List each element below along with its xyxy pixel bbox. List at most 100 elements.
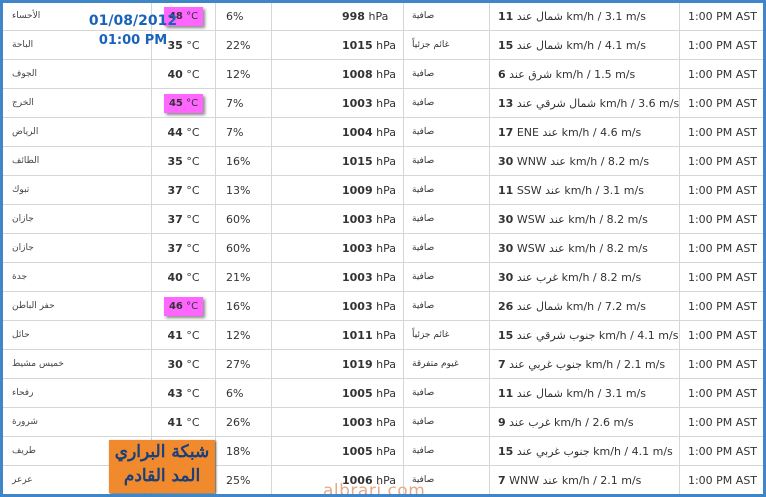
humidity-cell: 6% (215, 378, 272, 408)
pressure-cell: 1003 hPa (271, 262, 404, 292)
condition-cell: صافية (403, 59, 490, 89)
temperature-cell: 41 °C (151, 320, 216, 350)
temperature-value: 40 °C (167, 270, 200, 284)
time-cell: 1:00 PM AST (679, 436, 763, 466)
pressure-cell: 1019 hPa (271, 349, 404, 379)
city-name: شرورة (12, 417, 38, 427)
humidity-cell: 7% (215, 88, 272, 118)
temperature-value: 35 °C (167, 154, 200, 168)
time-cell: 1:00 PM AST (679, 30, 763, 60)
city-name: جدة (12, 272, 28, 282)
temperature-cell: 43 °C (151, 378, 216, 408)
logo-line-2: المد القادم (123, 466, 201, 486)
pressure-cell: 1003 hPa (271, 407, 404, 437)
city-name: حفر الباطن (12, 301, 55, 311)
city-name: تبوك (12, 185, 30, 195)
humidity-cell: 21% (215, 262, 272, 292)
time-cell: 1:00 PM AST (679, 3, 763, 31)
pressure-cell: 1003 hPa (271, 88, 404, 118)
time-cell: 1:00 PM AST (679, 407, 763, 437)
temperature-cell: 35 °C (151, 146, 216, 176)
humidity-cell: 25% (215, 465, 272, 494)
wind-cell: 30 WNW عند km/h / 8.2 m/s (489, 146, 680, 176)
temperature-cell: 37 °C (151, 204, 216, 234)
temperature-cell: 44 °C (151, 117, 216, 147)
humidity-cell: 60% (215, 233, 272, 263)
humidity-cell: 13% (215, 175, 272, 205)
table-row: رفحاء 43 °C 6% 1005 hPa صافية 11 شمال عند km/… (3, 378, 763, 408)
time-cell: 1:00 PM AST (679, 262, 763, 292)
time-cell: 1:00 PM AST (679, 320, 763, 350)
time-cell: 1:00 PM AST (679, 233, 763, 263)
temperature-value: 37 °C (167, 183, 200, 197)
temperature-value: 45 °C (163, 93, 204, 113)
humidity-cell: 7% (215, 117, 272, 147)
time-cell: 1:00 PM AST (679, 59, 763, 89)
temperature-cell: 41 °C (151, 407, 216, 437)
wind-cell: 26 شمال عند km/h / 7.2 m/s (489, 291, 680, 321)
city-name: الرياض (12, 127, 39, 137)
humidity-cell: 16% (215, 291, 272, 321)
city-cell: رفحاء (3, 378, 152, 408)
logo-line-1: شبكة البراري (114, 442, 210, 462)
wind-cell: 15 شمال عند km/h / 4.1 m/s (489, 30, 680, 60)
temperature-cell: 40 °C (151, 262, 216, 292)
temperature-cell: 30 °C (151, 349, 216, 379)
city-cell: حفر الباطن (3, 291, 152, 321)
humidity-cell: 22% (215, 30, 272, 60)
time-cell: 1:00 PM AST (679, 291, 763, 321)
pressure-cell: 1003 hPa (271, 291, 404, 321)
wind-cell: 17 ENE عند km/h / 4.6 m/s (489, 117, 680, 147)
weather-table-body: الأحساء 48 °C 6% 998 hPa صافية 11 شمال عند km… (3, 3, 763, 494)
city-cell: الجوف (3, 59, 152, 89)
city-name: طريف (12, 446, 36, 456)
temperature-cell: 46 °C (151, 291, 216, 321)
humidity-cell: 12% (215, 59, 272, 89)
city-cell: الرياض (3, 117, 152, 147)
city-cell: حائل (3, 320, 152, 350)
temperature-value: 41 °C (167, 328, 200, 342)
time-cell: 1:00 PM AST (679, 204, 763, 234)
date-label: 01/08/2012 (88, 13, 178, 29)
city-cell: جازان (3, 204, 152, 234)
wind-cell: 9 غرب عند km/h / 2.6 m/s (489, 407, 680, 437)
city-name: جازان (12, 214, 34, 224)
date-stamp: 01/08/2012 01:00 PM (83, 13, 183, 48)
city-cell: جازان (3, 233, 152, 263)
condition-cell: صافية (403, 262, 490, 292)
city-cell: خميس مشيط (3, 349, 152, 379)
temperature-value: 46 °C (163, 296, 204, 316)
pressure-cell: 1003 hPa (271, 233, 404, 263)
temperature-cell: 37 °C (151, 233, 216, 263)
humidity-cell: 16% (215, 146, 272, 176)
city-cell: الطائف (3, 146, 152, 176)
condition-cell: غيوم متفرقة (403, 349, 490, 379)
condition-cell: غائم جزئياً (403, 30, 490, 60)
temperature-cell: 40 °C (151, 59, 216, 89)
humidity-cell: 27% (215, 349, 272, 379)
table-row: الجوف 40 °C 12% 1008 hPa صافية 6 شرق عند km/h… (3, 59, 763, 89)
condition-cell: صافية (403, 436, 490, 466)
city-name: الجوف (12, 69, 38, 79)
city-cell: الخرج (3, 88, 152, 118)
table-row: جازان 37 °C 60% 1003 hPa صافية 30 WSW عند km/… (3, 233, 763, 263)
city-name: عرعر (12, 475, 33, 485)
city-name: الطائف (12, 156, 40, 166)
temperature-value: 40 °C (167, 67, 200, 81)
city-name: خميس مشيط (12, 359, 64, 369)
temperature-cell: 45 °C (151, 88, 216, 118)
condition-cell: صافية (403, 204, 490, 234)
city-cell: شرورة (3, 407, 152, 437)
time-cell: 1:00 PM AST (679, 175, 763, 205)
wind-cell: 13 شمال شرقي عند km/h / 3.6 m/s (489, 88, 680, 118)
table-row: الطائف 35 °C 16% 1015 hPa صافية 30 WNW عند km… (3, 146, 763, 176)
pressure-cell: 1005 hPa (271, 378, 404, 408)
temperature-value: 37 °C (167, 241, 200, 255)
time-cell: 1:00 PM AST (679, 465, 763, 494)
pressure-cell: 1011 hPa (271, 320, 404, 350)
city-cell: تبوك (3, 175, 152, 205)
humidity-cell: 60% (215, 204, 272, 234)
condition-cell: صافية (403, 175, 490, 205)
table-row: خميس مشيط 30 °C 27% 1019 hPa غيوم متفرقة 7 جن… (3, 349, 763, 379)
wind-cell: 11 شمال عند km/h / 3.1 m/s (489, 378, 680, 408)
